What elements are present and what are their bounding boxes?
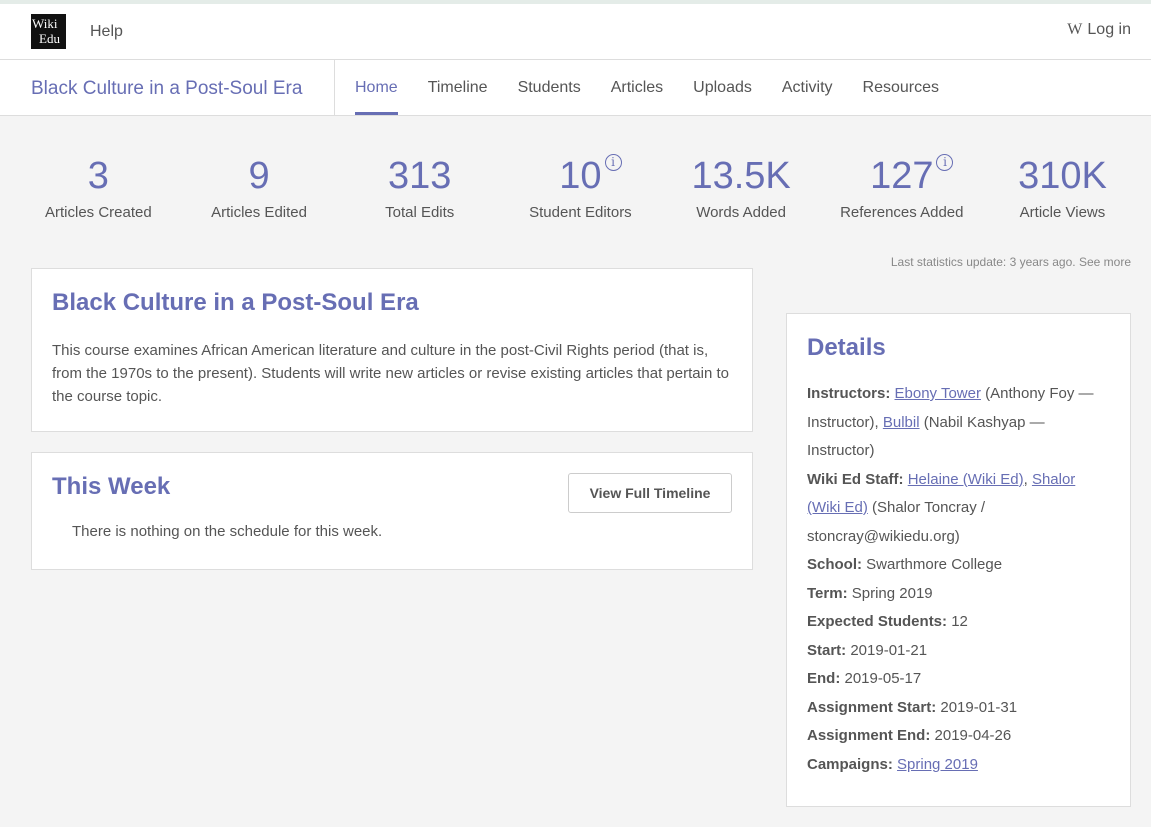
detail-campaigns: Campaigns: Spring 2019 [807, 751, 1110, 780]
detail-label: Expected Students: [807, 613, 948, 630]
detail-label: Term: [807, 584, 848, 602]
tab-timeline[interactable]: Timeline [428, 60, 488, 115]
tab-activity[interactable]: Activity [782, 60, 833, 115]
detail-label: Wiki Ed Staff: [807, 470, 904, 488]
course-title[interactable]: Black Culture in a Post-Soul Era [31, 78, 302, 100]
detail-assignment-start: Assignment Start: 2019-01-31 [807, 694, 1110, 723]
detail-label: Campaigns: [807, 755, 893, 773]
wikipedia-icon: W [1067, 21, 1083, 38]
campaign-link[interactable]: Spring 2019 [897, 756, 978, 773]
view-full-timeline-button[interactable]: View Full Timeline [568, 473, 732, 513]
detail-label: End: [807, 670, 841, 687]
stat-total-edits: 313 Total Edits [339, 148, 500, 221]
stat-articles-created: 3 Articles Created [18, 148, 179, 221]
detail-value: Swarthmore College [862, 556, 1003, 573]
stat-student-editors: 10 i Student Editors [500, 148, 661, 221]
detail-value: 12 [947, 613, 968, 630]
login-link[interactable]: W Log in [1067, 21, 1131, 39]
detail-label: Start: [807, 641, 847, 659]
description-title: Black Culture in a Post-Soul Era [52, 289, 419, 316]
stat-label: Articles Created [44, 204, 152, 221]
stat-label: Student Editors [529, 204, 632, 221]
stat-label: Total Edits [385, 204, 455, 221]
week-empty-message: There is nothing on the schedule for thi… [72, 523, 383, 540]
help-link[interactable]: Help [90, 23, 123, 41]
course-description-card: Black Culture in a Post-Soul Era This co… [31, 268, 753, 432]
detail-expected-students: Expected Students: 12 [807, 608, 1110, 637]
details-list: Instructors: Ebony Tower (Anthony Foy — … [807, 380, 1110, 779]
top-bar: Wiki Edu Help W Log in [0, 0, 1151, 60]
info-icon[interactable]: i [604, 154, 622, 171]
detail-label: Instructors: [807, 385, 891, 402]
detail-value: 2019-01-31 [936, 698, 1018, 716]
detail-start: Start: 2019-01-21 [807, 637, 1110, 666]
detail-instructors: Instructors: Ebony Tower (Anthony Foy — … [807, 380, 1110, 466]
stat-label: Articles Edited [211, 204, 307, 221]
stats-update-note: Last statistics update: 3 years ago. See… [891, 255, 1131, 269]
stat-article-views: 310K Article Views [982, 148, 1143, 221]
stat-value: 3 [87, 155, 109, 197]
detail-value: 2019-04-26 [930, 727, 1012, 744]
info-icon[interactable]: i [936, 154, 954, 171]
stat-number: 127 [870, 155, 934, 197]
detail-value: Spring 2019 [847, 584, 933, 602]
details-card: Details Instructors: Ebony Tower (Anthon… [786, 313, 1131, 807]
stat-value: 313 [388, 155, 452, 197]
logo-line-2: Edu [39, 31, 60, 46]
stats-update-text: Last statistics update: 3 years ago. [890, 255, 1076, 269]
stat-label: References Added [840, 204, 964, 221]
instructor-link[interactable]: Bulbil [883, 414, 920, 431]
tab-uploads[interactable]: Uploads [693, 60, 752, 115]
course-stats: 3 Articles Created 9 Articles Edited 313… [18, 148, 1143, 221]
detail-label: School: [807, 556, 862, 573]
stat-value: 9 [248, 155, 270, 197]
wiki-edu-logo[interactable]: Wiki Edu [31, 14, 66, 49]
stat-value: 13.5K [691, 155, 791, 197]
logo-line-1: Wiki [32, 16, 58, 31]
stat-value: 10 i [559, 148, 622, 204]
stat-label: Article Views [1019, 204, 1106, 221]
detail-end: End: 2019-05-17 [807, 665, 1110, 694]
tab-articles[interactable]: Articles [611, 60, 663, 115]
tab-resources[interactable]: Resources [863, 60, 939, 115]
staff-link[interactable]: Helaine (Wiki Ed) [908, 471, 1024, 488]
course-nav: Black Culture in a Post-Soul Era Home Ti… [0, 60, 1151, 116]
detail-staff: Wiki Ed Staff: Helaine (Wiki Ed), Shalor… [807, 466, 1110, 552]
description-body: This course examines African American li… [52, 342, 729, 405]
stat-number: 10 [559, 155, 602, 197]
detail-value: 2019-01-21 [846, 641, 928, 659]
stat-references-added: 127 i References Added [821, 148, 982, 221]
tab-students[interactable]: Students [518, 60, 581, 115]
stat-label: Words Added [696, 204, 786, 221]
this-week-card: This Week View Full Timeline There is no… [31, 452, 753, 570]
tab-home[interactable]: Home [355, 60, 398, 115]
detail-school: School: Swarthmore College [807, 551, 1110, 580]
detail-value: 2019-05-17 [840, 670, 922, 687]
stat-words-added: 13.5K Words Added [661, 148, 822, 221]
details-title: Details [807, 334, 886, 361]
instructor-link[interactable]: Ebony Tower [895, 385, 981, 402]
stat-value: 310K [1018, 155, 1107, 197]
detail-text: , [1023, 470, 1032, 488]
stat-value: 127 i [870, 148, 954, 204]
detail-assignment-end: Assignment End: 2019-04-26 [807, 722, 1110, 751]
detail-term: Term: Spring 2019 [807, 580, 1110, 609]
detail-label: Assignment End: [807, 727, 931, 744]
stat-articles-edited: 9 Articles Edited [179, 148, 340, 221]
detail-label: Assignment Start: [807, 698, 937, 716]
see-more-link[interactable]: See more [1079, 255, 1131, 269]
login-label: Log in [1087, 21, 1131, 38]
nav-divider [334, 60, 335, 115]
course-tabs: Home Timeline Students Articles Uploads … [355, 60, 939, 115]
